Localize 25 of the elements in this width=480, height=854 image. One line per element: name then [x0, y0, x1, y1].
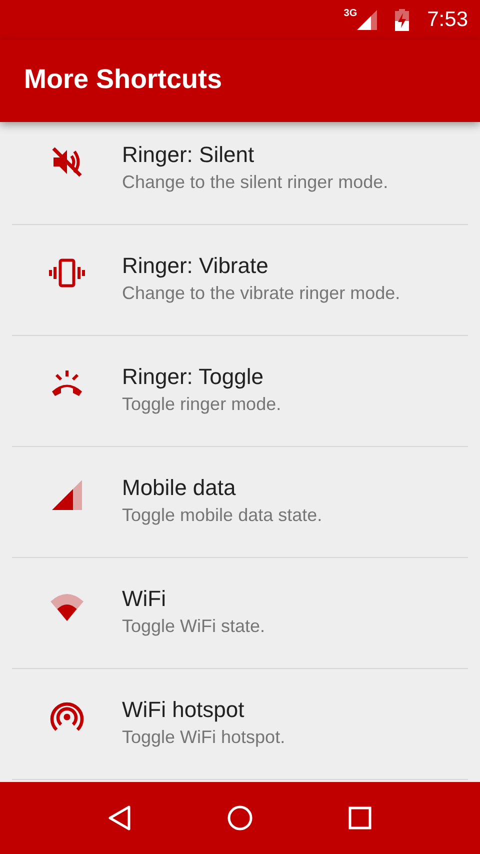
shortcut-title: Ringer: Vibrate — [122, 252, 270, 280]
network-type: 3G — [344, 8, 358, 19]
shortcut-title: Ringer: Silent — [122, 141, 256, 169]
home-icon[interactable] — [226, 804, 254, 832]
shortcut-item[interactable]: Mobile data Toggle mobile data state. — [12, 447, 468, 558]
shortcut-title: Ringer: Toggle — [122, 363, 264, 391]
shortcut-item[interactable]: WiFi hotspot Toggle WiFi hotspot. — [12, 669, 468, 780]
shortcut-item[interactable]: Ringer: Silent Change to the silent ringer mode. — [12, 122, 468, 225]
app-title: More Shortcuts — [24, 64, 222, 94]
shortcut-description: Toggle ringer mode. — [122, 393, 282, 416]
shortcut-description: Toggle WiFi hotspot. — [122, 726, 286, 749]
recents-icon[interactable] — [346, 804, 374, 832]
shortcut-item[interactable]: WiFi Toggle WiFi state. — [12, 558, 468, 669]
shortcut-description: Toggle mobile data state. — [122, 504, 322, 527]
signal-icon — [357, 10, 378, 30]
shortcut-item[interactable]: Ringer: Toggle Toggle ringer mode. — [12, 336, 468, 447]
shortcut-item[interactable]: Ringer: Vibrate Change to the vibrate ringer mode. — [12, 225, 468, 336]
shortcut-description: Toggle WiFi state. — [122, 615, 266, 638]
clock: 7:53 — [427, 8, 468, 32]
shortcut-title: WiFi hotspot — [122, 696, 246, 724]
shortcut-description: Change to the silent ringer mode. — [122, 171, 388, 194]
shortcut-description: Change to the vibrate ringer mode. — [122, 282, 400, 305]
battery-charging-icon — [395, 9, 410, 31]
shortcut-title: Mobile data — [122, 474, 237, 502]
shortcut-title: WiFi — [122, 585, 167, 613]
